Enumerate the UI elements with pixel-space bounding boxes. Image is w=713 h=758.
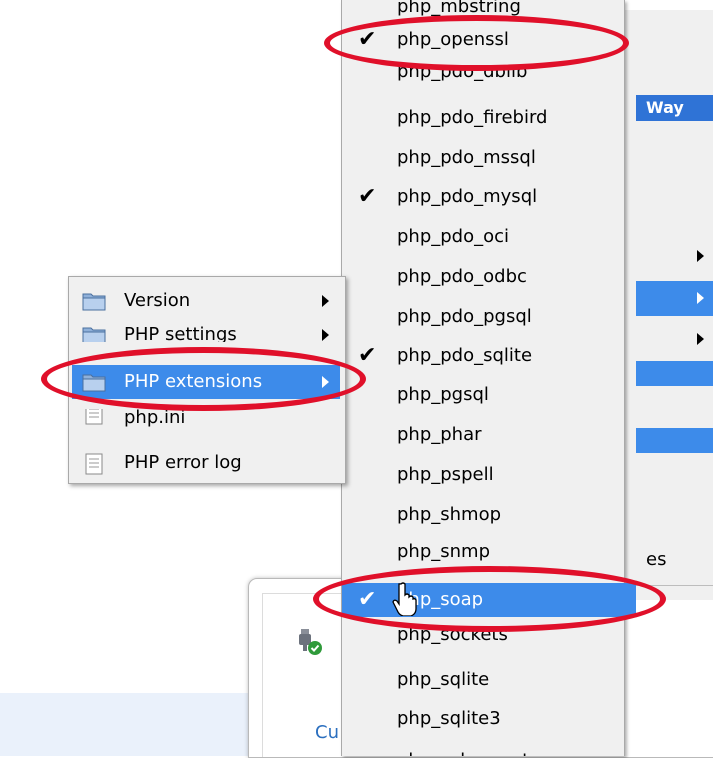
submenu-arrow-icon	[697, 292, 704, 304]
submenu-arrow-icon	[322, 329, 329, 341]
ext-item-label: php_pdo_oci	[397, 226, 510, 247]
menu-item-php-error-log[interactable]: PHP error log	[72, 446, 340, 480]
folder-icon	[82, 291, 106, 311]
ext-item-pdo-sqlite[interactable]: ✔ php_pdo_sqlite	[342, 339, 636, 372]
ext-item-label: php_sockets	[397, 628, 508, 645]
submenu-arrow-icon	[697, 333, 704, 345]
submenu-arrow-icon	[697, 250, 704, 262]
ext-item-label: php_pdo_mysql	[397, 186, 538, 207]
background-menu-text: es	[646, 549, 667, 570]
menu-item-label: PHP extensions	[124, 371, 263, 392]
menu-item-label: PHP settings	[124, 324, 237, 342]
ext-item-label: php_pdo_dblib	[397, 66, 528, 82]
folder-icon	[82, 372, 106, 392]
ext-item-label: php_snmp	[397, 543, 491, 562]
ext-item-pdo-dblib[interactable]: php_pdo_dblib	[342, 66, 636, 91]
ext-item-pdo-mysql[interactable]: ✔ php_pdo_mysql	[342, 180, 636, 213]
check-icon: ✔	[358, 343, 377, 368]
check-icon: ✔	[358, 587, 377, 612]
background-menu-highlight[interactable]	[636, 361, 713, 386]
ext-item-pgsql[interactable]: php_pgsql	[342, 378, 636, 411]
ext-item-pdo-mssql[interactable]: php_pdo_mssql	[342, 141, 636, 174]
hand-cursor-icon	[392, 582, 418, 617]
ext-item-openssl[interactable]: ✔ php_openssl	[342, 23, 636, 56]
ext-item-sqlite[interactable]: php_sqlite	[342, 663, 636, 696]
ext-item-label: php_sqlite	[397, 669, 490, 690]
ext-item-label: php_pgsql	[397, 384, 489, 405]
folder-icon	[82, 325, 106, 342]
ext-item-label: php_pdo_odbc	[397, 266, 527, 287]
ext-item-label: php_sqlite3	[397, 708, 501, 729]
ext-item-label: php_mbstring	[397, 0, 521, 17]
menu-item-label: PHP error log	[124, 452, 242, 473]
ext-item-sqlite3[interactable]: php_sqlite3	[342, 702, 636, 735]
ext-item-snmp[interactable]: php_snmp	[342, 543, 636, 565]
ext-item-pdo-pgsql[interactable]: php_pdo_pgsql	[342, 300, 636, 333]
ext-item-pspell[interactable]: php_pspell	[342, 458, 636, 491]
ext-item-sockets[interactable]: php_sockets	[342, 628, 636, 652]
menu-item-version[interactable]: Version	[72, 284, 340, 318]
document-icon	[82, 453, 106, 475]
ext-item-soap[interactable]: ✔ php_soap	[342, 583, 636, 617]
ext-item-label: php_pspell	[397, 464, 494, 485]
menu-item-php-ini[interactable]: php.ini	[72, 409, 340, 429]
submenu-arrow-icon	[322, 295, 329, 307]
document-icon	[82, 409, 106, 425]
ext-item-pdo-firebird[interactable]: php_pdo_firebird	[342, 101, 636, 134]
tray-link[interactable]: Cu	[315, 722, 339, 743]
ext-item-pdo-odbc[interactable]: php_pdo_odbc	[342, 260, 636, 293]
wamp-server-icon[interactable]	[296, 627, 324, 657]
ext-item-shmop[interactable]: php_shmop	[342, 498, 636, 531]
background-menu-header: Way	[636, 95, 713, 121]
menu-item-label: Version	[124, 290, 191, 311]
ext-item-phar[interactable]: php_phar	[342, 418, 636, 451]
ext-item-label: php_shmop	[397, 504, 502, 525]
ext-item-label: php_pdo_mssql	[397, 147, 536, 168]
ext-item-sybase-ct[interactable]: php_sybase_ct	[342, 744, 636, 756]
ext-item-label: php_sybase_ct	[397, 744, 529, 756]
menu-item-php-settings[interactable]: PHP settings	[72, 318, 340, 342]
ext-item-label: php_pdo_sqlite	[397, 345, 533, 366]
check-icon: ✔	[358, 27, 377, 52]
menu-item-label: php.ini	[124, 409, 186, 428]
submenu-arrow-icon	[322, 376, 329, 388]
ext-item-label: php_pdo_firebird	[397, 107, 548, 128]
ext-item-label: php_phar	[397, 424, 482, 445]
ext-item-label: php_openssl	[397, 29, 509, 50]
check-icon: ✔	[358, 184, 377, 209]
menu-item-php-extensions[interactable]: PHP extensions	[72, 365, 340, 399]
background-menu-highlight[interactable]	[636, 428, 713, 453]
ext-item-pdo-oci[interactable]: php_pdo_oci	[342, 220, 636, 253]
ext-item-label: php_pdo_pgsql	[397, 306, 532, 327]
menu-separator	[636, 585, 713, 586]
ext-item[interactable]: php_mbstring	[342, 0, 636, 23]
